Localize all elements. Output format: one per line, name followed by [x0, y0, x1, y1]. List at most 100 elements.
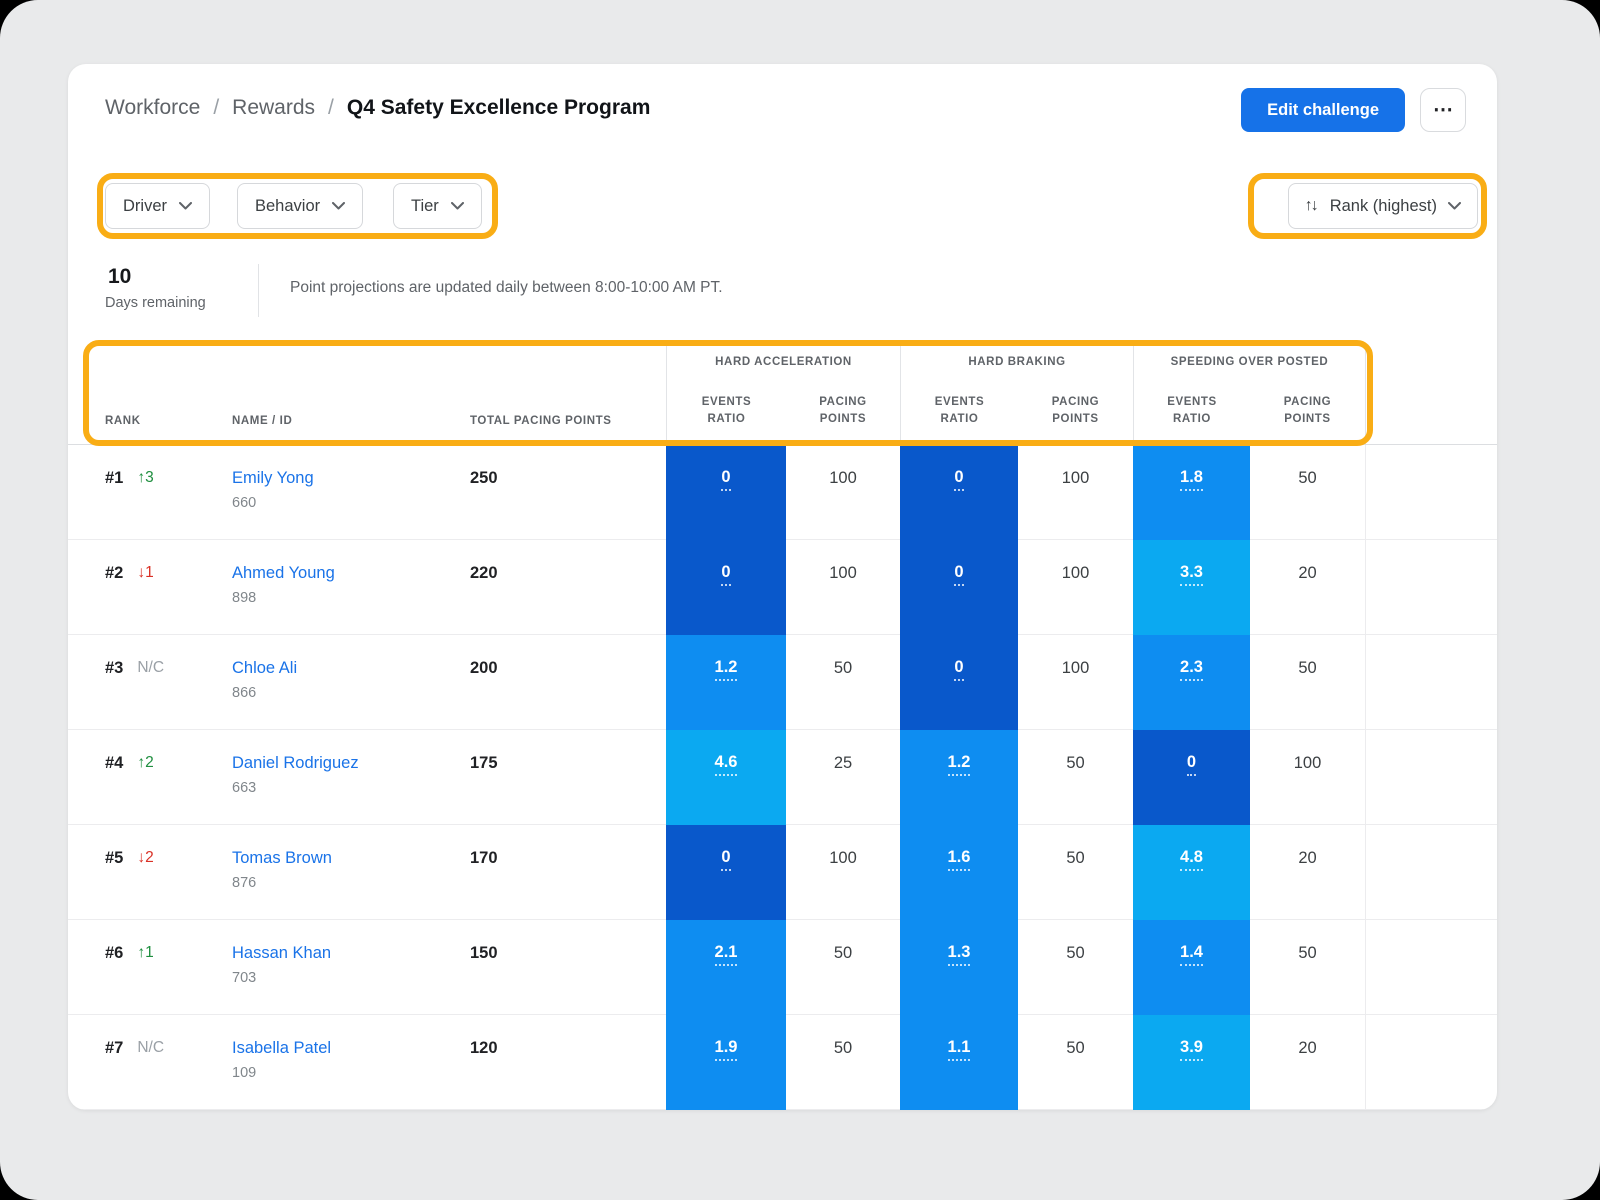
- driver-name-link[interactable]: Emily Yong: [232, 467, 470, 489]
- events-ratio-value[interactable]: 1.2: [715, 657, 738, 681]
- events-ratio-value[interactable]: 2.3: [1180, 657, 1203, 681]
- events-ratio-cell[interactable]: 2.1: [666, 920, 786, 1015]
- table-body: #1 ↑3 Emily Yong 660 250 0 100 0 100 1.8…: [68, 445, 1497, 1110]
- sort-dropdown[interactable]: ↑↓ Rank (highest): [1288, 183, 1478, 229]
- events-ratio-value[interactable]: 0: [721, 562, 730, 586]
- table-row[interactable]: #5 ↓2 Tomas Brown 876 170 0 100 1.6 50 4…: [68, 825, 1497, 920]
- driver-name-link[interactable]: Chloe Ali: [232, 657, 470, 679]
- events-ratio-cell[interactable]: 4.8: [1133, 825, 1250, 920]
- events-ratio-value[interactable]: 0: [954, 657, 963, 681]
- total-pacing-points: 170: [470, 825, 666, 920]
- sort-arrows-icon: ↑↓: [1305, 197, 1317, 215]
- events-ratio-value[interactable]: 1.1: [948, 1037, 971, 1061]
- rank-value: #4: [105, 752, 123, 774]
- pacing-points-cell: 50: [786, 920, 900, 1015]
- events-ratio-value[interactable]: 0: [721, 467, 730, 491]
- events-ratio-cell[interactable]: 0: [900, 540, 1018, 635]
- driver-name-link[interactable]: Daniel Rodriguez: [232, 752, 470, 774]
- ellipsis-icon: ⋯: [1433, 99, 1453, 121]
- table-row[interactable]: #1 ↑3 Emily Yong 660 250 0 100 0 100 1.8…: [68, 445, 1497, 540]
- events-ratio-value[interactable]: 1.4: [1180, 942, 1203, 966]
- header-actions: Edit challenge ⋯: [1241, 88, 1466, 132]
- events-ratio-cell[interactable]: 1.1: [900, 1015, 1018, 1110]
- pacing-points-cell: 50: [1018, 1015, 1133, 1110]
- events-ratio-value[interactable]: 1.6: [948, 847, 971, 871]
- rank-cell: #1 ↑3: [68, 445, 232, 540]
- table-row[interactable]: #3 N/C Chloe Ali 866 200 1.2 50 0 100 2.…: [68, 635, 1497, 730]
- pacing-points-cell: 20: [1250, 540, 1365, 635]
- breadcrumb-rewards[interactable]: Rewards: [232, 96, 315, 120]
- table-group-header-row: HARD ACCELERATION HARD BRAKING SPEEDING …: [68, 345, 1497, 378]
- events-ratio-value[interactable]: 1.3: [948, 942, 971, 966]
- table-row[interactable]: #7 N/C Isabella Patel 109 120 1.9 50 1.1…: [68, 1015, 1497, 1110]
- filter-behavior-dropdown[interactable]: Behavior: [237, 183, 363, 229]
- total-pacing-points: 250: [470, 445, 666, 540]
- driver-cell: Chloe Ali 866: [232, 635, 470, 730]
- rank-value: #6: [105, 942, 123, 964]
- chevron-down-icon: [1448, 202, 1461, 210]
- events-ratio-cell[interactable]: 3.3: [1133, 540, 1250, 635]
- breadcrumb-workforce[interactable]: Workforce: [105, 96, 200, 120]
- driver-name-link[interactable]: Isabella Patel: [232, 1037, 470, 1059]
- driver-name-link[interactable]: Tomas Brown: [232, 847, 470, 869]
- rank-cell: #7 N/C: [68, 1015, 232, 1110]
- empty-cell: [1365, 825, 1497, 920]
- events-ratio-cell[interactable]: 0: [666, 825, 786, 920]
- events-ratio-cell[interactable]: 0: [666, 540, 786, 635]
- empty-cell: [1365, 730, 1497, 825]
- driver-cell: Ahmed Young 898: [232, 540, 470, 635]
- rank-change: ↑1: [137, 942, 153, 964]
- column-header-pacing-points: PACING POINTS: [1250, 378, 1365, 444]
- filter-tier-label: Tier: [411, 197, 439, 216]
- events-ratio-cell[interactable]: 3.9: [1133, 1015, 1250, 1110]
- events-ratio-value[interactable]: 0: [721, 847, 730, 871]
- rank-change: ↓2: [137, 847, 153, 869]
- events-ratio-cell[interactable]: 0: [900, 445, 1018, 540]
- events-ratio-cell[interactable]: 0: [1133, 730, 1250, 825]
- chevron-down-icon: [332, 202, 345, 210]
- filter-driver-label: Driver: [123, 197, 167, 216]
- events-ratio-value[interactable]: 3.3: [1180, 562, 1203, 586]
- driver-cell: Isabella Patel 109: [232, 1015, 470, 1110]
- driver-cell: Tomas Brown 876: [232, 825, 470, 920]
- edit-challenge-button[interactable]: Edit challenge: [1241, 88, 1405, 132]
- events-ratio-value[interactable]: 4.6: [715, 752, 738, 776]
- days-remaining-label: Days remaining: [105, 295, 206, 311]
- driver-cell: Daniel Rodriguez 663: [232, 730, 470, 825]
- events-ratio-value[interactable]: 0: [1187, 752, 1196, 776]
- events-ratio-cell[interactable]: 0: [900, 635, 1018, 730]
- events-ratio-cell[interactable]: 1.6: [900, 825, 1018, 920]
- events-ratio-cell[interactable]: 1.9: [666, 1015, 786, 1110]
- table-row[interactable]: #2 ↓1 Ahmed Young 898 220 0 100 0 100 3.…: [68, 540, 1497, 635]
- pacing-points-cell: 20: [1250, 1015, 1365, 1110]
- events-ratio-value[interactable]: 3.9: [1180, 1037, 1203, 1061]
- events-ratio-cell[interactable]: 2.3: [1133, 635, 1250, 730]
- filter-driver-dropdown[interactable]: Driver: [105, 183, 210, 229]
- driver-name-link[interactable]: Hassan Khan: [232, 942, 470, 964]
- projection-note: Point projections are updated daily betw…: [290, 279, 723, 297]
- events-ratio-cell[interactable]: 1.3: [900, 920, 1018, 1015]
- events-ratio-value[interactable]: 4.8: [1180, 847, 1203, 871]
- events-ratio-value[interactable]: 0: [954, 467, 963, 491]
- events-ratio-cell[interactable]: 4.6: [666, 730, 786, 825]
- events-ratio-value[interactable]: 1.8: [1180, 467, 1203, 491]
- events-ratio-cell[interactable]: 1.8: [1133, 445, 1250, 540]
- filter-tier-dropdown[interactable]: Tier: [393, 183, 482, 229]
- events-ratio-value[interactable]: 1.9: [715, 1037, 738, 1061]
- empty-cell: [1365, 540, 1497, 635]
- events-ratio-cell[interactable]: 1.4: [1133, 920, 1250, 1015]
- driver-name-link[interactable]: Ahmed Young: [232, 562, 470, 584]
- column-header-rank: RANK: [68, 378, 232, 444]
- pacing-points-cell: 100: [786, 540, 900, 635]
- events-ratio-cell[interactable]: 1.2: [900, 730, 1018, 825]
- table-row[interactable]: #6 ↑1 Hassan Khan 703 150 2.1 50 1.3 50 …: [68, 920, 1497, 1015]
- events-ratio-value[interactable]: 1.2: [948, 752, 971, 776]
- events-ratio-value[interactable]: 0: [954, 562, 963, 586]
- events-ratio-cell[interactable]: 0: [666, 445, 786, 540]
- more-options-button[interactable]: ⋯: [1420, 88, 1466, 132]
- driver-id: 109: [232, 1063, 470, 1083]
- events-ratio-cell[interactable]: 1.2: [666, 635, 786, 730]
- table-row[interactable]: #4 ↑2 Daniel Rodriguez 663 175 4.6 25 1.…: [68, 730, 1497, 825]
- pacing-points-cell: 100: [1250, 730, 1365, 825]
- events-ratio-value[interactable]: 2.1: [715, 942, 738, 966]
